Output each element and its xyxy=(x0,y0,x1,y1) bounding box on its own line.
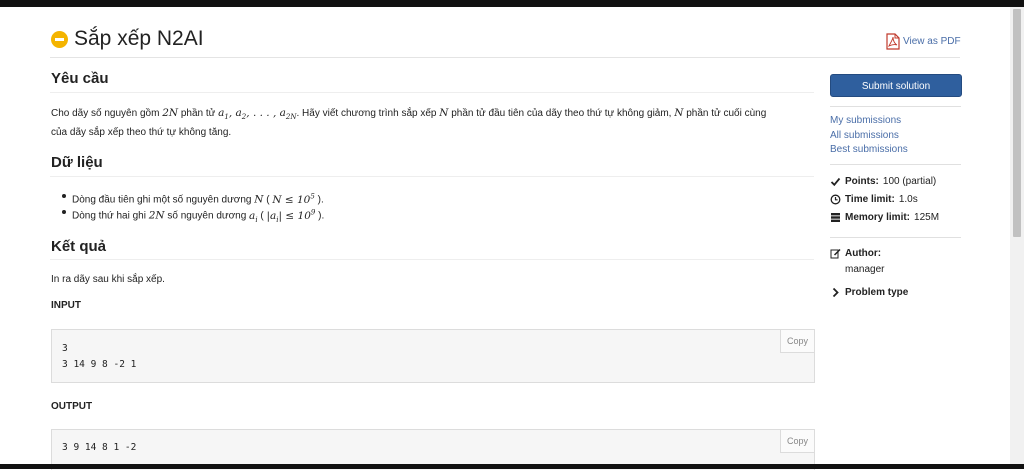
scrollbar-thumb[interactable] xyxy=(1013,9,1021,237)
requirement-heading: Yêu cầu xyxy=(51,70,109,87)
input-heading: Dữ liệu xyxy=(51,154,103,171)
best-submissions-link[interactable]: Best submissions xyxy=(830,144,908,155)
sidebar-divider xyxy=(830,164,961,165)
problem-type-label: Problem type xyxy=(845,287,909,298)
memory-limit-label: Memory limit: xyxy=(845,212,911,223)
sidebar-divider xyxy=(830,237,961,238)
math-ai-bound: |ai| ≤ 109 xyxy=(266,208,316,224)
memory-limit-info: Memory limit: 125M xyxy=(830,212,939,223)
points-info: Points: 100 (partial) xyxy=(830,176,936,187)
partial-status-icon xyxy=(51,31,68,48)
sample-input-line: 3 14 9 8 -2 1 xyxy=(62,359,137,370)
sample-input-line: 3 xyxy=(62,343,68,354)
math-sequence: a1, a2, . . . , a2N xyxy=(218,107,297,122)
problem-type-toggle[interactable]: Problem type xyxy=(830,287,908,298)
window-top-bar xyxy=(0,0,1024,7)
clock-icon xyxy=(830,194,841,205)
time-limit-label: Time limit: xyxy=(845,194,895,205)
pdf-icon xyxy=(886,33,900,50)
view-as-pdf-label: View as PDF xyxy=(903,36,961,47)
time-limit-info: Time limit: 1.0s xyxy=(830,194,918,205)
requirement-divider xyxy=(50,92,814,93)
server-icon xyxy=(831,213,840,222)
check-icon xyxy=(830,177,841,187)
my-submissions-link[interactable]: My submissions xyxy=(830,115,901,126)
points-label: Points: xyxy=(845,176,879,187)
sample-output-line: 3 9 14 8 1 -2 xyxy=(62,442,137,453)
math-ai: ai xyxy=(249,209,258,224)
sample-input-label: INPUT xyxy=(51,300,81,311)
title-divider xyxy=(50,57,960,58)
author-label: Author: xyxy=(845,248,882,259)
input-divider xyxy=(50,176,814,177)
math-2n: 2N xyxy=(162,107,179,119)
window-bottom-bar xyxy=(0,464,1024,469)
time-limit-value: 1.0s xyxy=(898,194,918,205)
requirement-text: Cho dãy số nguyên gồm 2N phần tử a1, a2,… xyxy=(51,107,767,139)
sample-output-label: OUTPUT xyxy=(51,401,93,412)
all-submissions-link[interactable]: All submissions xyxy=(830,130,899,141)
points-value: 100 (partial) xyxy=(882,176,937,187)
copy-input-button[interactable]: Copy xyxy=(780,330,814,353)
output-heading: Kết quả xyxy=(51,238,107,255)
input-description-list: Dòng đầu tiên ghi một số nguyên dương N … xyxy=(60,188,324,224)
memory-limit-value: 125M xyxy=(914,212,940,223)
copy-output-button[interactable]: Copy xyxy=(780,430,814,453)
edit-icon xyxy=(830,248,841,259)
page-title: Sắp xếp N2AI xyxy=(74,27,204,50)
author-info: Author: xyxy=(830,248,881,259)
view-as-pdf-link[interactable]: View as PDF xyxy=(886,33,961,50)
author-name[interactable]: manager xyxy=(845,264,884,275)
list-item: Dòng đầu tiên ghi một số nguyên dương N … xyxy=(60,188,324,206)
math-2n: 2N xyxy=(148,209,165,222)
list-item: Dòng thứ hai ghi 2N số nguyên dương ai (… xyxy=(60,204,324,224)
submit-solution-button[interactable]: Submit solution xyxy=(830,74,962,97)
chevron-right-icon xyxy=(832,287,839,298)
sidebar-divider xyxy=(830,106,961,107)
vertical-scrollbar[interactable] xyxy=(1010,7,1024,464)
output-text: In ra dãy sau khi sắp xếp. xyxy=(51,274,165,285)
output-divider xyxy=(50,259,814,260)
sample-input-box: 3 3 14 9 8 -2 1 Copy xyxy=(51,329,815,383)
